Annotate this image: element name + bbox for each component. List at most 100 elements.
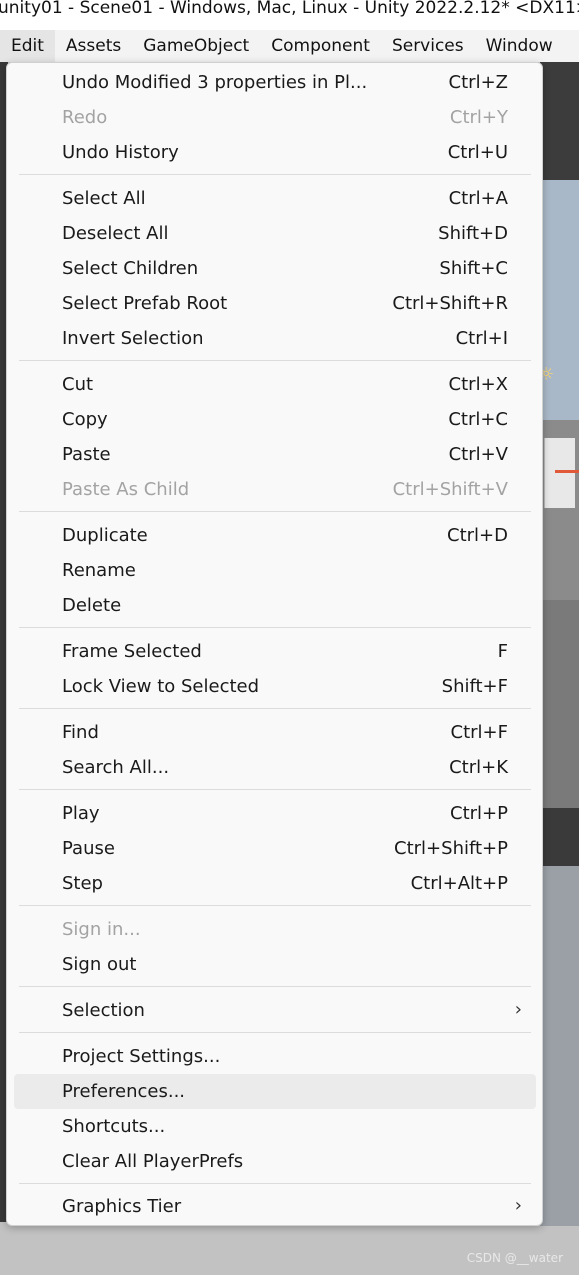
menu-item-shortcut: Ctrl+Alt+P [410,873,508,894]
menu-item-duplicate[interactable]: Duplicate Ctrl+D [7,518,542,553]
menu-item-shortcut: F [497,641,508,662]
menu-item-find[interactable]: Find Ctrl+F [7,715,542,750]
menu-item-select-all[interactable]: Select All Ctrl+A [7,181,542,216]
menu-item-label: Select All [62,188,146,209]
menu-item-shortcut: Ctrl+C [448,409,508,430]
menu-item-clear-playerprefs[interactable]: Clear All PlayerPrefs [7,1144,542,1179]
menu-item-shortcut: Ctrl+X [448,374,508,395]
watermark: CSDN @__water [466,1251,563,1265]
menu-item-label: Redo [62,107,108,128]
toolbar-panel-edge [540,62,579,180]
menu-item-graphics-tier[interactable]: Graphics Tier › [7,1189,542,1224]
game-view-edge [540,866,579,1226]
edit-dropdown-menu: Undo Modified 3 properties in Pl... Ctrl… [6,62,543,1226]
menu-item-label: Shortcuts... [62,1116,166,1137]
menu-item-copy[interactable]: Copy Ctrl+C [7,402,542,437]
menu-item-label: Paste As Child [62,479,190,500]
menu-item-shortcut: Shift+C [439,258,508,279]
menu-item-shortcut: Ctrl+Shift+P [394,838,508,859]
menu-item-label: Undo Modified 3 properties in Pl... [62,72,368,93]
menu-item-redo[interactable]: Redo Ctrl+Y [7,100,542,135]
menu-item-undo[interactable]: Undo Modified 3 properties in Pl... Ctrl… [7,65,542,100]
menu-item-play[interactable]: Play Ctrl+P [7,796,542,831]
menu-item-shortcut: Shift+D [438,223,508,244]
menu-item-pause[interactable]: Pause Ctrl+Shift+P [7,831,542,866]
menu-item-label: Deselect All [62,223,169,244]
menu-item-label: Step [62,873,103,894]
menu-item-frame-selected[interactable]: Frame Selected F [7,634,542,669]
menu-item-lock-view[interactable]: Lock View to Selected Shift+F [7,669,542,704]
menu-item-label: Select Prefab Root [62,293,228,314]
game-view-toolbar-edge [540,808,579,866]
menu-window[interactable]: Window [475,30,564,62]
menu-edit[interactable]: Edit [0,30,55,62]
menu-item-label: Selection [62,1000,145,1021]
menu-component[interactable]: Component [260,30,381,62]
menu-separator [19,1032,531,1033]
menu-item-label: Find [62,722,99,743]
menu-item-label: Copy [62,409,108,430]
menu-item-label: Paste [62,444,111,465]
menu-item-invert-selection[interactable]: Invert Selection Ctrl+I [7,321,542,356]
menu-item-select-children[interactable]: Select Children Shift+C [7,251,542,286]
menu-item-shortcut: Ctrl+A [448,188,508,209]
menu-item-shortcut: Ctrl+Z [448,72,508,93]
menu-item-label: Duplicate [62,525,148,546]
menu-item-rename[interactable]: Rename [7,553,542,588]
menu-item-label: Sign out [62,954,137,975]
menu-item-step[interactable]: Step Ctrl+Alt+P [7,866,542,901]
menu-item-undo-history[interactable]: Undo History Ctrl+U [7,135,542,170]
menu-item-label: Lock View to Selected [62,676,260,697]
window-title-bar: unity01 - Scene01 - Windows, Mac, Linux … [0,0,579,27]
menu-item-shortcut: Shift+F [441,676,508,697]
menu-assets[interactable]: Assets [55,30,132,62]
menu-item-select-prefab-root[interactable]: Select Prefab Root Ctrl+Shift+R [7,286,542,321]
menu-item-label: Project Settings... [62,1046,221,1067]
menu-separator [19,627,531,628]
menu-gameobject[interactable]: GameObject [132,30,260,62]
menu-bar: Edit Assets GameObject Component Service… [0,30,579,62]
menu-separator [19,1183,531,1184]
menu-item-project-settings[interactable]: Project Settings... [7,1039,542,1074]
menu-item-sign-out[interactable]: Sign out [7,947,542,982]
menu-item-preferences[interactable]: Preferences... [7,1074,542,1109]
menu-item-label: Search All... [62,757,170,778]
menu-item-delete[interactable]: Delete [7,588,542,623]
menu-item-label: Rename [62,560,136,581]
scene-ground [540,600,579,810]
menu-item-paste[interactable]: Paste Ctrl+V [7,437,542,472]
menu-separator [19,905,531,906]
menu-item-deselect-all[interactable]: Deselect All Shift+D [7,216,542,251]
menu-item-label: Frame Selected [62,641,202,662]
menu-item-shortcuts[interactable]: Shortcuts... [7,1109,542,1144]
menu-separator [19,360,531,361]
menu-item-shortcut: Ctrl+K [449,757,508,778]
menu-separator [19,708,531,709]
menu-item-paste-as-child[interactable]: Paste As Child Ctrl+Shift+V [7,472,542,507]
menu-separator [19,511,531,512]
menu-item-shortcut: Ctrl+F [450,722,508,743]
scene-cube-object[interactable] [544,438,575,508]
menu-services[interactable]: Services [381,30,475,62]
menu-item-label: Graphics Tier [62,1196,182,1217]
menu-item-shortcut: Ctrl+V [448,444,508,465]
menu-item-cut[interactable]: Cut Ctrl+X [7,367,542,402]
menu-item-label: Preferences... [62,1081,186,1102]
menu-item-shortcut: Ctrl+Y [449,107,508,128]
window-title: unity01 - Scene01 - Windows, Mac, Linux … [0,0,579,18]
menu-separator [19,789,531,790]
menu-separator [19,174,531,175]
menu-item-sign-in[interactable]: Sign in... [7,912,542,947]
menu-item-label: Play [62,803,100,824]
menu-item-label: Cut [62,374,94,395]
menu-item-search-all[interactable]: Search All... Ctrl+K [7,750,542,785]
menu-separator [19,986,531,987]
menu-item-shortcut: Ctrl+U [447,142,508,163]
menu-item-label: Pause [62,838,115,859]
chevron-right-icon: › [514,1195,522,1216]
menu-item-label: Sign in... [62,919,141,940]
chevron-right-icon: › [514,999,522,1020]
menu-item-shortcut: Ctrl+Shift+R [392,293,508,314]
menu-item-shortcut: Ctrl+I [455,328,508,349]
menu-item-selection[interactable]: Selection › [7,993,542,1028]
